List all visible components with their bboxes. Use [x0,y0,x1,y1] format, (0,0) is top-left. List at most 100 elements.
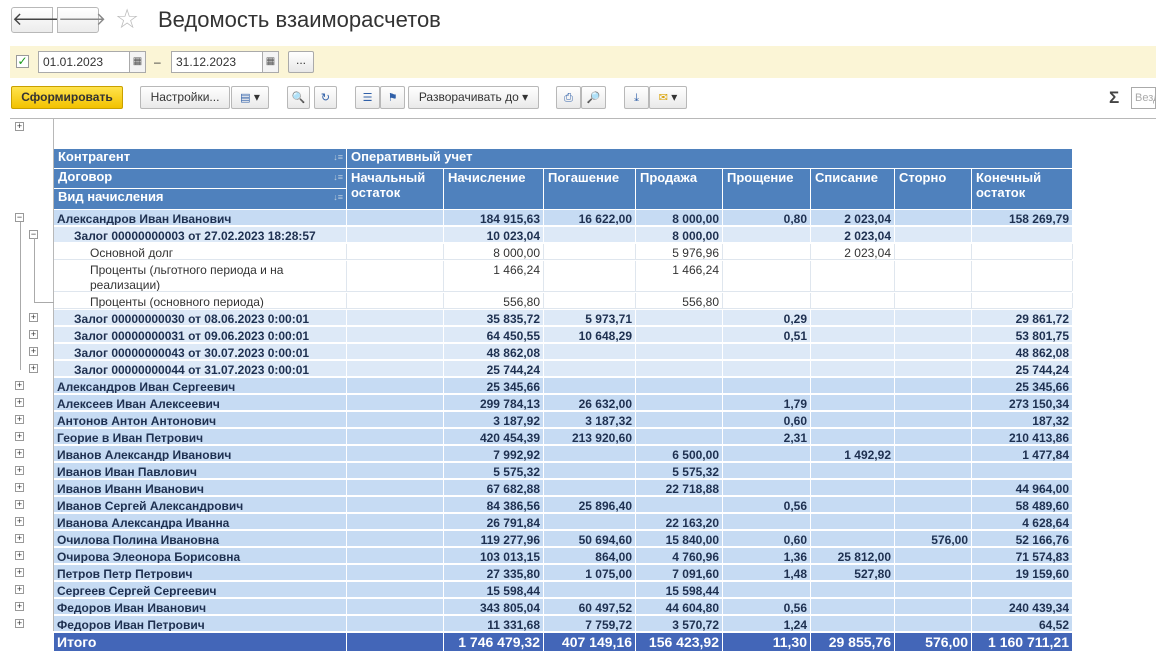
expand-to-dropdown[interactable]: Разворачивать до ▾ [408,86,539,109]
expand-icon[interactable]: + [15,551,24,560]
column-header[interactable]: Продажа [636,169,722,209]
counterparty-row[interactable]: Очирова Элеонора Борисовна 103 013,15 864,… [54,548,1073,564]
column-header[interactable]: Списание [811,169,894,209]
value-cell [811,480,895,495]
send-email-dropdown[interactable]: ✉ ▾ [649,86,687,109]
accrual-row[interactable]: Основной долг 8 000,00 5 976,96 2 023,04 [54,244,1073,260]
row-name: Иванов Иван Павлович [54,463,347,478]
row-name: Сергеев Сергей Сергеевич [54,582,347,597]
counterparty-row[interactable]: Иванов Александр Иванович 7 992,92 6 500,0… [54,446,1073,462]
accrual-row[interactable]: Проценты (основного периода) 556,80 556,80 [54,293,1073,309]
save-button[interactable]: ⤓ [624,86,649,109]
generate-button[interactable]: Сформировать [11,86,123,109]
settings-button[interactable]: Настройки... [140,86,230,109]
expand-icon[interactable]: + [15,602,24,611]
counterparty-row[interactable]: Сергеев Сергей Сергеевич 15 598,44 15 598,… [54,582,1073,598]
counterparty-row[interactable]: Иванова Александра Иванна 26 791,84 22 163… [54,514,1073,530]
value-cell: 187,32 [972,412,1073,427]
period-bar: ✓ 01.01.2023 ▦ – 31.12.2023 ▦ ... [10,46,1156,78]
counterparty-row[interactable]: Алексеев Иван Алексеевич 299 784,13 26 632… [54,395,1073,411]
expand-icon[interactable]: + [29,347,38,356]
counterparty-row[interactable]: Очилова Полина Ивановна 119 277,96 50 694,… [54,531,1073,547]
tree-line [20,222,21,370]
group-flag-button[interactable]: ⚑ [380,86,405,109]
expand-icon[interactable]: + [29,364,38,373]
contract-row[interactable]: Залог 00000000030 от 08.06.2023 0:00:01 3… [54,310,1073,326]
expand-icon[interactable]: + [15,415,24,424]
expand-icon[interactable]: + [29,330,38,339]
star-icon[interactable]: ☆ [115,4,139,34]
column-header[interactable]: Погашение [544,169,635,209]
value-cell: 44 964,00 [972,480,1073,495]
header-counterparty[interactable]: Контрагент ↓≡ [54,149,346,168]
counterparty-row[interactable]: Антонов Антон Антонович 3 187,92 3 187,32 0… [54,412,1073,428]
expand-icon[interactable]: + [15,398,24,407]
counterparty-row[interactable]: Иванов Иван Павлович 5 575,32 5 575,32 [54,463,1073,479]
value-cell: 4 760,96 [636,548,723,563]
value-cell: 240 439,34 [972,599,1073,614]
header-operational: Оперативный учет [347,149,1072,168]
find-button[interactable]: 🔍 [287,86,310,109]
calendar-to-button[interactable]: ▦ [262,51,279,73]
value-cell [347,582,444,597]
period-checkbox[interactable]: ✓ [16,55,29,68]
counterparty-row[interactable]: Федоров Иван Иванович 343 805,04 60 497,52… [54,599,1073,615]
counterparty-row[interactable]: Петров Петр Петрович 27 335,80 1 075,00 7 0… [54,565,1073,581]
contract-row[interactable]: Залог 00000000003 от 27.02.2023 18:28:57… [54,227,1073,243]
expand-icon[interactable]: + [15,466,24,475]
expand-icon[interactable]: + [15,483,24,492]
counterparty-row[interactable]: Георие в Иван Петрович 420 454,39 213 920,… [54,429,1073,445]
expand-all-icon[interactable]: + [15,122,24,131]
counterparty-row[interactable]: Иванов Иванн Иванович 67 682,88 22 718,88 4… [54,480,1073,496]
column-header[interactable]: Начисление [444,169,543,209]
collapse-icon[interactable]: − [15,213,24,222]
expand-icon[interactable]: + [15,500,24,509]
row-name: Иванова Александра Иванна [54,514,347,529]
group-collapse-button[interactable]: ☰ [355,86,380,109]
expand-icon[interactable]: + [15,432,24,441]
value-cell [544,446,636,461]
flag-icon: ⚑ [387,92,398,104]
expand-icon[interactable]: + [15,534,24,543]
print-button[interactable]: ⎙ [556,86,581,109]
date-from-field[interactable]: 01.01.2023 [38,51,130,73]
expand-icon[interactable]: + [15,449,24,458]
value-cell: 1,24 [723,616,811,631]
counterparty-row[interactable]: Александров Иван Иванович 184 915,63 16 62… [54,210,1073,226]
value-cell [544,293,636,308]
expand-icon[interactable]: + [15,619,24,628]
period-select-button[interactable]: ... [288,51,314,73]
calendar-from-button[interactable]: ▦ [129,51,146,73]
counterparty-row[interactable]: Александров Иван Сергеевич 25 345,66 25 34… [54,378,1073,394]
value-cell [544,514,636,529]
contract-row[interactable]: Залог 00000000043 от 30.07.2023 0:00:01 4… [54,344,1073,360]
header-contract[interactable]: Договор ↓≡ [54,169,346,188]
column-header[interactable]: Сторно [895,169,971,209]
back-button[interactable]: 🡐 [11,7,60,33]
expand-icon[interactable]: + [15,517,24,526]
forward-button[interactable]: 🡒 [57,7,106,33]
counterparty-row[interactable]: Иванов Сергей Александрович 84 386,56 25 8… [54,497,1073,513]
accrual-row[interactable]: Проценты (льготного периода и на реализа… [54,261,1073,292]
find-next-button[interactable]: ↻ [314,86,337,109]
column-header[interactable]: Прощение [723,169,810,209]
column-header[interactable]: Конечный остаток [972,169,1072,209]
value-cell [636,412,723,427]
column-header[interactable]: Начальный остаток [347,169,443,209]
preview-button[interactable]: 🔎 [581,86,606,109]
contract-row[interactable]: Залог 00000000031 от 09.06.2023 0:00:01 6… [54,327,1073,343]
value-cell [347,616,444,631]
expand-icon[interactable]: + [15,568,24,577]
sum-icon[interactable]: Σ [1109,88,1119,108]
variants-dropdown[interactable]: ▤ ▾ [231,86,269,109]
contract-row[interactable]: Залог 00000000044 от 31.07.2023 0:00:01 2… [54,361,1073,377]
counterparty-row[interactable]: Федоров Иван Петрович 11 331,68 7 759,72 3 … [54,616,1073,632]
date-to-field[interactable]: 31.12.2023 [171,51,263,73]
expand-icon[interactable]: + [15,381,24,390]
expand-icon[interactable]: + [15,585,24,594]
search-input[interactable]: Везде [1131,87,1156,109]
expand-icon[interactable]: + [29,313,38,322]
value-cell: 6 500,00 [636,446,723,461]
value-cell [347,210,444,225]
header-accrual-type[interactable]: Вид начисления ↓≡ [54,189,346,209]
